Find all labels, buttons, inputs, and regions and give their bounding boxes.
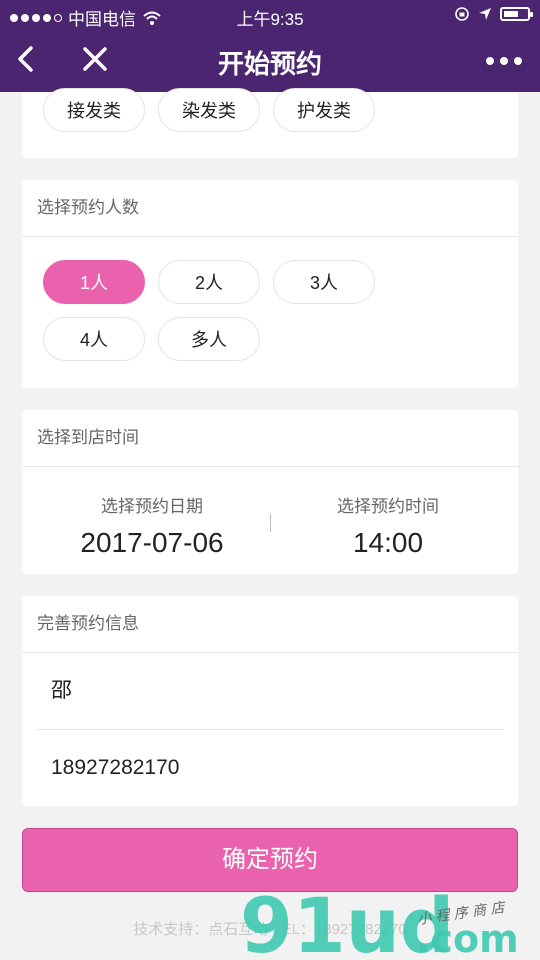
orientation-lock-icon (455, 7, 469, 21)
page-title: 开始预约 (217, 49, 322, 79)
time-picker[interactable]: 选择预约时间 14:00 (268, 492, 508, 559)
category-option[interactable]: 护发类 (273, 88, 375, 132)
arrival-time-title: 选择到店时间 (22, 410, 518, 467)
nav-bar: 开始预约 (0, 30, 540, 92)
location-arrow-icon (479, 8, 491, 20)
people-option[interactable]: 3人 (273, 260, 375, 304)
people-option[interactable]: 2人 (158, 260, 260, 304)
category-option[interactable]: 染发类 (158, 88, 260, 132)
time-label: 选择预约时间 (337, 497, 439, 516)
arrival-time-card: 选择到店时间 选择预约日期 2017-07-06 选择预约时间 14:00 (22, 410, 518, 574)
watermark-logo: 91ud .com 小 程 序 商 店 (240, 881, 519, 960)
date-picker[interactable]: 选择预约日期 2017-07-06 (32, 492, 272, 559)
people-option[interactable]: 多人 (158, 317, 260, 361)
status-right (454, 6, 533, 22)
date-label: 选择预约日期 (101, 497, 203, 516)
battery-icon (500, 7, 533, 21)
more-icon[interactable] (486, 57, 522, 65)
category-option[interactable]: 接发类 (43, 88, 145, 132)
people-count-card: 选择预约人数 1人 2人 3人 4人 多人 (22, 180, 518, 388)
people-option[interactable]: 4人 (43, 317, 145, 361)
status-bar: 中国电信 上午9:35 (0, 0, 540, 30)
people-option-selected[interactable]: 1人 (43, 260, 145, 304)
people-count-title: 选择预约人数 (22, 180, 518, 237)
time-value: 14:00 (352, 527, 424, 558)
phone-field[interactable]: 18927282170 (37, 730, 503, 806)
booking-info-card: 完善预约信息 邵 18927282170 (22, 596, 518, 806)
category-card: 接发类 染发类 护发类 (22, 88, 518, 158)
booking-info-title: 完善预约信息 (22, 596, 518, 653)
name-field[interactable]: 邵 (37, 653, 503, 730)
date-value: 2017-07-06 (80, 527, 224, 558)
